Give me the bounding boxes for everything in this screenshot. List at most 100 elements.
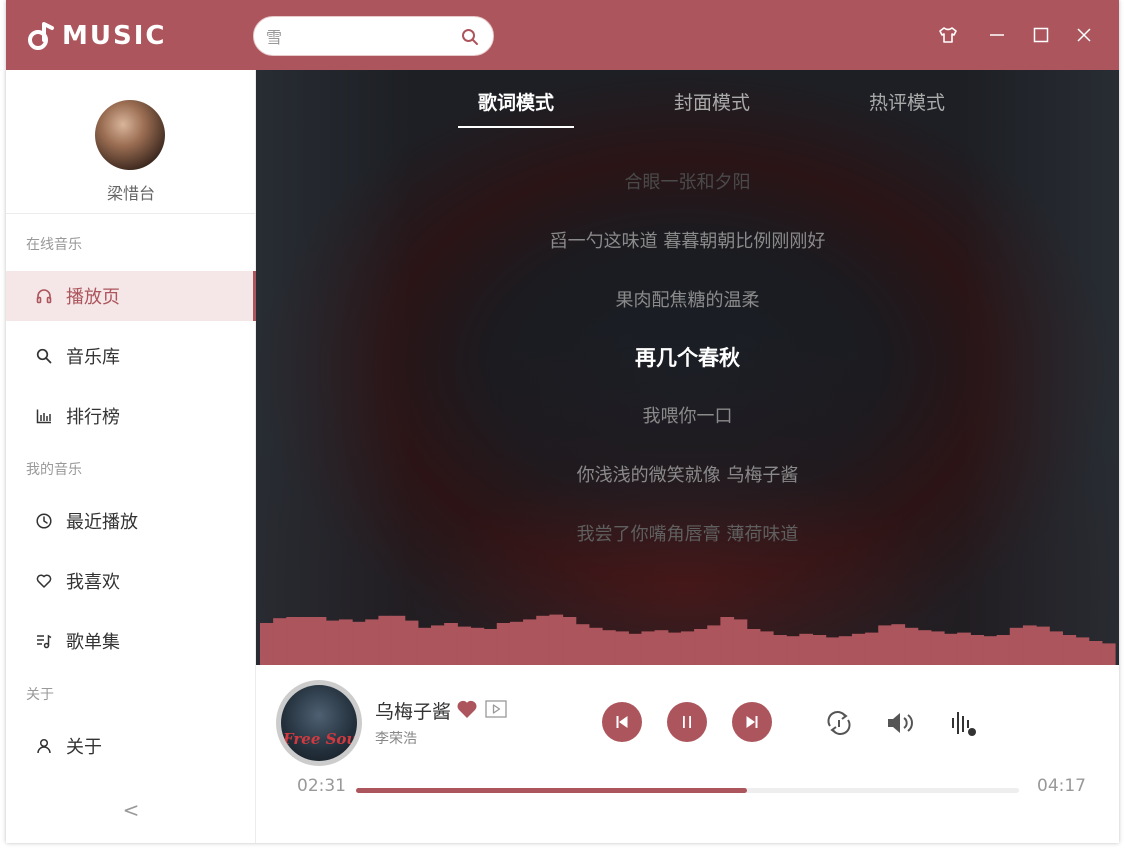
sidebar-item-recent[interactable]: 最近播放	[6, 496, 256, 546]
visualizer-bar	[588, 627, 603, 665]
pause-icon	[683, 716, 691, 728]
like-heart-icon[interactable]	[456, 699, 478, 719]
lyric-line[interactable]: 果肉配焦糖的温柔	[256, 286, 1119, 312]
visualizer-bar	[378, 615, 393, 665]
progress-fill	[356, 788, 748, 793]
elapsed-time: 02:31	[297, 776, 346, 796]
visualizer-bar	[325, 620, 340, 665]
next-button[interactable]	[732, 702, 772, 742]
app-name: MUSIC	[62, 21, 167, 51]
visualizer-bar	[483, 629, 498, 665]
tab-lyrics-mode[interactable]: 歌词模式	[456, 88, 576, 128]
music-note-icon	[28, 22, 54, 50]
visualizer-bar	[944, 633, 958, 665]
lyric-line[interactable]: 合眼一张和夕阳	[256, 168, 1119, 194]
avatar[interactable]	[95, 100, 165, 170]
sidebar: 梁惜台 在线音乐 播放页 音乐库 排行榜 我的音乐 最近播放 我喜欢 歌单集 关…	[6, 70, 256, 843]
visualizer-bar	[825, 637, 840, 665]
skip-previous-icon	[616, 716, 628, 728]
close-button[interactable]	[1074, 25, 1094, 45]
visualizer-bar	[457, 626, 472, 665]
sidebar-item-playlists[interactable]: 歌单集	[6, 616, 256, 666]
visualizer-bar	[654, 630, 669, 665]
duration-time: 04:17	[1037, 776, 1086, 796]
lyric-line[interactable]: 你浅浅的微笑就像 乌梅子酱	[256, 461, 1119, 487]
username: 梁惜台	[106, 184, 155, 203]
pause-button[interactable]	[667, 702, 707, 742]
visualizer-bar	[1009, 627, 1024, 665]
search-box	[253, 16, 494, 56]
lyric-line[interactable]: 我尝了你嘴角唇膏 薄荷味道	[256, 520, 1119, 546]
visualizer-bar	[404, 620, 419, 665]
audio-visualizer	[260, 614, 1116, 665]
visualizer-bar	[273, 618, 287, 665]
sidebar-item-label: 播放页	[66, 287, 120, 308]
section-online-music: 在线音乐	[26, 237, 82, 253]
visualizer-bar	[1101, 643, 1116, 665]
sidebar-item-about[interactable]: 关于	[6, 721, 256, 771]
album-cover-text: Free Soul	[283, 730, 357, 748]
visualizer-bar	[891, 624, 906, 665]
visualizer-bar	[878, 625, 892, 665]
lyric-line[interactable]: 舀一勺这味道 暮暮朝朝比例刚刚好	[256, 227, 1119, 253]
repeat-mode-button[interactable]	[824, 708, 854, 738]
app-logo[interactable]: MUSIC	[28, 18, 166, 54]
lyrics-panel: 歌词模式 封面模式 热评模式 合眼一张和夕阳 舀一勺这味道 暮暮朝朝比例刚刚好 …	[256, 70, 1119, 665]
album-cover[interactable]: Free Soul	[276, 680, 362, 766]
visualizer-bar	[1075, 637, 1090, 665]
visualizer-bar	[615, 631, 629, 665]
previous-button[interactable]	[602, 702, 642, 742]
visualizer-bar	[562, 617, 577, 665]
view-mode-tabs: 歌词模式 封面模式 热评模式	[256, 88, 1119, 128]
maximize-button[interactable]	[1031, 25, 1051, 45]
song-title[interactable]: 乌梅子酱	[375, 697, 451, 724]
visualizer-bar	[260, 623, 274, 665]
visualizer-bar	[602, 630, 616, 665]
sidebar-item-label: 排行榜	[66, 407, 120, 428]
sidebar-item-charts[interactable]: 排行榜	[6, 391, 256, 441]
volume-button[interactable]	[886, 708, 916, 738]
visualizer-bar	[365, 619, 379, 665]
visualizer-bar	[799, 633, 814, 665]
search-input[interactable]	[266, 26, 456, 48]
visualizer-bar	[338, 619, 353, 665]
visualizer-bar	[917, 630, 932, 665]
visualizer-bar	[431, 625, 445, 665]
artist-name[interactable]: 李荣浩	[375, 728, 417, 748]
tab-cover-mode[interactable]: 封面模式	[652, 88, 772, 115]
visualizer-bar	[773, 635, 787, 665]
clock-icon	[36, 513, 52, 529]
visualizer-bar	[523, 619, 537, 665]
search-icon[interactable]	[461, 28, 479, 46]
section-my-music: 我的音乐	[26, 462, 82, 478]
sidebar-item-library[interactable]: 音乐库	[6, 331, 256, 381]
bar-chart-icon	[36, 409, 51, 424]
minimize-button[interactable]	[987, 25, 1007, 45]
maximize-icon	[1033, 27, 1049, 43]
visualizer-bar	[286, 617, 301, 665]
lyric-line-current[interactable]: 再几个春秋	[256, 342, 1119, 372]
tab-comments-mode[interactable]: 热评模式	[847, 88, 967, 115]
divider	[6, 213, 256, 214]
progress-bar[interactable]	[356, 788, 1019, 793]
visualizer-bar	[1062, 635, 1077, 665]
sidebar-item-player[interactable]: 播放页	[6, 271, 256, 321]
minimize-icon	[990, 34, 1004, 36]
visualizer-bar	[444, 623, 458, 665]
visualizer-bar	[733, 619, 748, 665]
visualizer-bar	[786, 636, 800, 665]
visualizer-bar	[851, 633, 866, 665]
tshirt-icon	[939, 27, 957, 43]
sidebar-item-favorites[interactable]: 我喜欢	[6, 556, 256, 606]
visualizer-bar	[680, 631, 695, 665]
equalizer-button[interactable]	[948, 708, 978, 738]
collapse-sidebar-button[interactable]: <	[121, 798, 141, 822]
skin-button[interactable]	[938, 25, 958, 45]
lyric-line[interactable]: 我喂你一口	[256, 402, 1119, 428]
headphones-icon	[36, 289, 52, 304]
mv-play-icon[interactable]	[485, 700, 507, 718]
title-bar: MUSIC	[6, 0, 1119, 70]
close-icon	[1077, 28, 1091, 42]
visualizer-bar	[417, 627, 432, 665]
volume-icon	[888, 713, 913, 733]
